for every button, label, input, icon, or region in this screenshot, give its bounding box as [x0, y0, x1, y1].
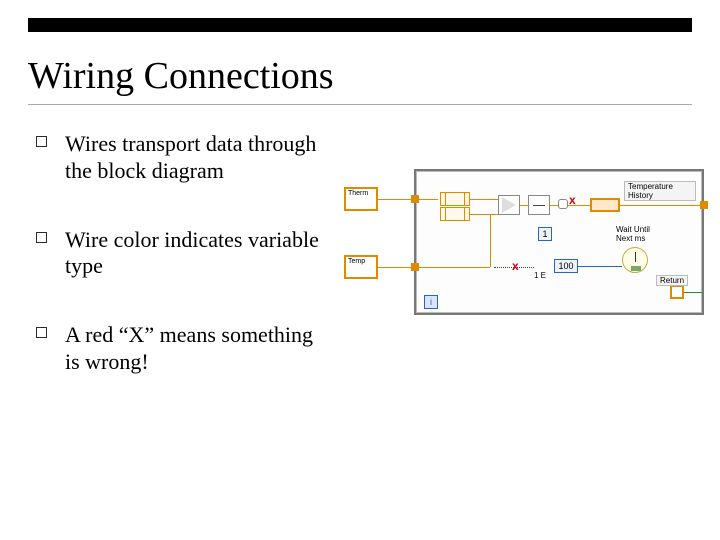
wire-green	[684, 292, 702, 293]
thermometer-terminal: Therm	[344, 187, 378, 211]
loop-tunnel-out	[700, 201, 708, 209]
wire-orange	[568, 205, 590, 206]
buffer-node	[440, 192, 470, 206]
wire-orange	[438, 267, 490, 268]
bullet-marker-icon	[36, 136, 47, 147]
title-rule	[28, 104, 692, 105]
wire-orange	[470, 214, 498, 215]
average-bar-icon	[533, 205, 545, 206]
diagram-column: Therm Temp	[332, 131, 692, 418]
chart-label: Temperature History	[624, 181, 696, 201]
thermometer-terminal-label: Therm	[348, 190, 368, 197]
bullet-column: Wires transport data through the block d…	[28, 131, 332, 418]
return-label: Return	[656, 275, 688, 286]
wire-orange	[378, 267, 438, 268]
bullet-item: Wires transport data through the block d…	[36, 131, 332, 185]
bullet-list: Wires transport data through the block d…	[36, 131, 332, 376]
wait-label-line2: Next ms	[616, 234, 645, 243]
wire-blue	[578, 266, 622, 267]
average-node	[528, 195, 550, 215]
loop-tunnel	[411, 195, 419, 203]
bullet-text: Wire color indicates variable type	[65, 227, 332, 281]
multiply-node	[558, 199, 568, 209]
wire-orange	[378, 199, 438, 200]
temp-terminal: Temp	[344, 255, 378, 279]
bullet-item: A red “X” means something is wrong!	[36, 322, 332, 376]
stop-indicator	[670, 285, 684, 299]
metronome-icon	[622, 247, 648, 273]
numeric-constant-1: 1	[538, 227, 552, 241]
numeric-constant-100: 100	[554, 259, 578, 273]
iteration-terminal: i	[424, 295, 438, 309]
numeric-indicator	[590, 198, 620, 212]
labview-diagram: Therm Temp	[344, 159, 696, 329]
wire-orange	[620, 205, 702, 206]
loop-tunnel	[411, 263, 419, 271]
top-bar	[28, 18, 692, 32]
bullet-text: Wires transport data through the block d…	[65, 131, 332, 185]
wire-orange	[470, 199, 498, 200]
bullet-marker-icon	[36, 327, 47, 338]
compare-node	[498, 195, 520, 215]
slide-title: Wiring Connections	[28, 54, 692, 98]
triangle-icon	[502, 197, 516, 213]
error-x-icon: x	[512, 259, 519, 273]
wire-orange-vertical	[490, 215, 491, 267]
buffer-node	[440, 207, 470, 221]
content-columns: Wires transport data through the block d…	[28, 131, 692, 418]
wire-orange	[520, 205, 528, 206]
metronome-base	[631, 266, 641, 271]
wait-label-line1: Wait Until	[616, 225, 650, 234]
error-count-label: 1 E	[534, 271, 546, 280]
bullet-item: Wire color indicates variable type	[36, 227, 332, 281]
wire-orange	[550, 205, 558, 206]
bullet-marker-icon	[36, 232, 47, 243]
slide: Wiring Connections Wires transport data …	[0, 0, 720, 540]
bullet-text: A red “X” means something is wrong!	[65, 322, 332, 376]
temp-terminal-label: Temp	[348, 258, 365, 265]
metronome-hand	[635, 252, 636, 262]
